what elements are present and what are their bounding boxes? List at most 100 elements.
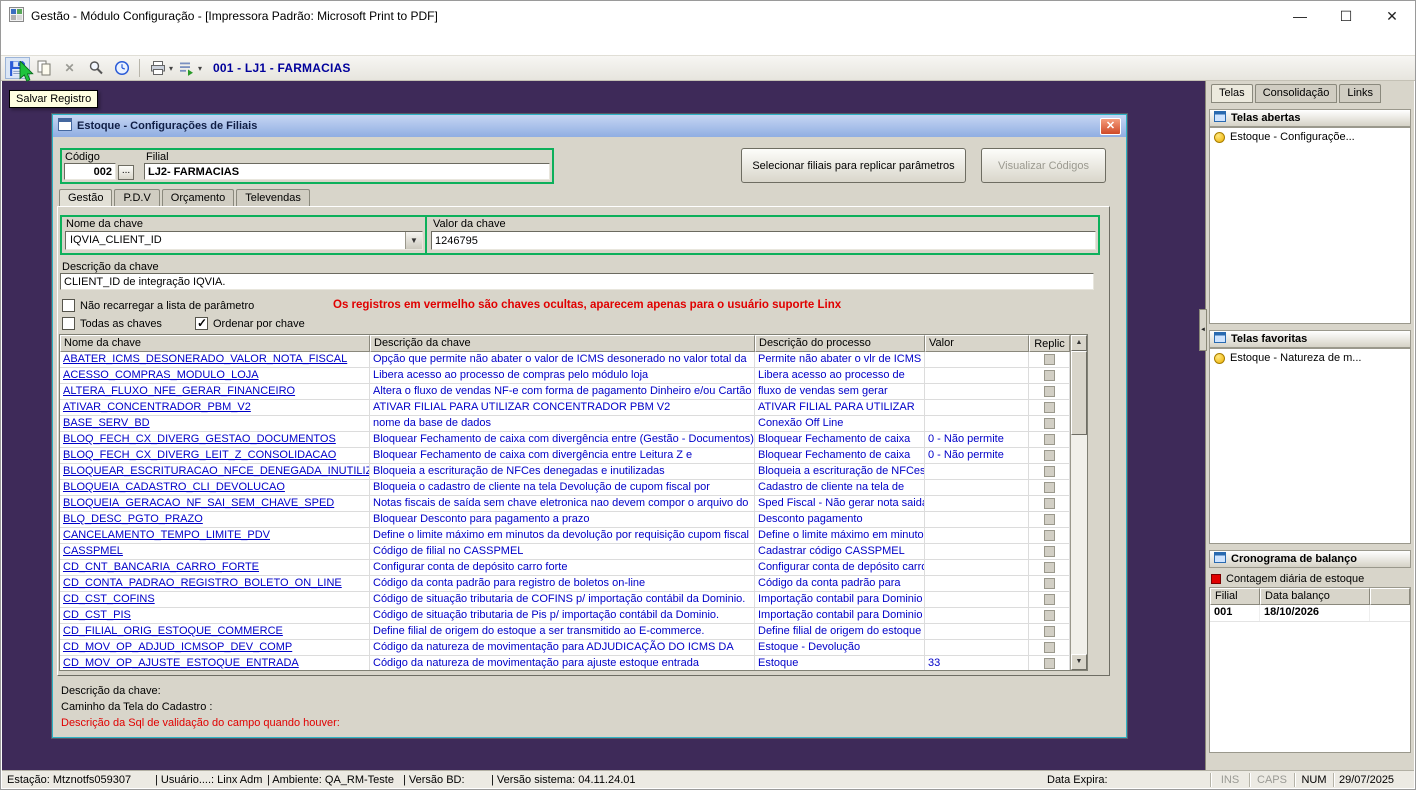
checkbox-order-by-key[interactable]: Ordenar por chave [195, 317, 305, 330]
cell-key-description[interactable]: Define o limite máximo em minutos da dev… [370, 528, 755, 544]
cell-process-description[interactable]: Conexão Off Line [755, 416, 925, 432]
cell-process-description[interactable]: Bloquear Fechamento de caixa [755, 448, 925, 464]
cell-value[interactable] [925, 608, 1029, 624]
key-value-field[interactable] [431, 231, 1096, 250]
chevron-down-icon[interactable]: ▼ [405, 232, 422, 249]
menu-item[interactable] [5, 40, 23, 46]
key-name-combobox[interactable]: IQVIA_CLIENT_ID ▼ [65, 231, 423, 250]
replic-checkbox[interactable] [1044, 594, 1055, 605]
close-button[interactable]: ✕ [1369, 1, 1415, 31]
cell-process-description[interactable]: Cadastro de cliente na tela de [755, 480, 925, 496]
favorites-header[interactable]: Telas favoritas [1209, 330, 1411, 348]
codigo-field[interactable] [64, 163, 116, 180]
cell-key-name[interactable]: ALTERA_FLUXO_NFE_GERAR_FINANCEIRO [60, 384, 370, 400]
cell-key-name[interactable]: CASSPMEL [60, 544, 370, 560]
maximize-button[interactable]: ☐ [1323, 1, 1369, 31]
table-row[interactable]: CD_FILIAL_ORIG_ESTOQUE_COMMERCE Define f… [60, 624, 1070, 640]
tab-links[interactable]: Links [1339, 84, 1381, 103]
cell-key-description[interactable]: Notas fiscais de saída sem chave eletron… [370, 496, 755, 512]
cell-key-description[interactable]: Configurar conta de depósito carro forte [370, 560, 755, 576]
table-row[interactable]: CD_CST_PIS Código de situação tributaria… [60, 608, 1070, 624]
cell-key-name[interactable]: CANCELAMENTO_TEMPO_LIMITE_PDV [60, 528, 370, 544]
cell-key-description[interactable]: Bloqueia o cadastro de cliente na tela D… [370, 480, 755, 496]
scrollbar-track[interactable] [1071, 435, 1087, 654]
open-window-item[interactable]: Estoque - Configuraçõe... [1210, 128, 1410, 146]
cell-key-description[interactable]: Código de situação tributaria de Pis p/ … [370, 608, 755, 624]
table-row[interactable]: ACESSO_COMPRAS_MODULO_LOJA Libera acesso… [60, 368, 1070, 384]
cell-key-name[interactable]: BLOQUEAR_ESCRITURACAO_NFCE_DENEGADA_INUT… [60, 464, 370, 480]
cell-value[interactable] [925, 624, 1029, 640]
table-row[interactable]: CD_CNT_BANCARIA_CARRO_FORTE Configurar c… [60, 560, 1070, 576]
minimize-button[interactable]: — [1277, 1, 1323, 31]
replic-checkbox[interactable] [1044, 562, 1055, 573]
cell-value[interactable] [925, 464, 1029, 480]
cell-key-name[interactable]: BLOQUEIA_CADASTRO_CLI_DEVOLUCAO [60, 480, 370, 496]
menu-item[interactable] [95, 40, 113, 46]
cell-value[interactable] [925, 576, 1029, 592]
column-header-descricao[interactable]: Descrição da chave [370, 335, 755, 352]
replic-checkbox[interactable] [1044, 514, 1055, 525]
replic-checkbox[interactable] [1044, 370, 1055, 381]
column-header-replic[interactable]: Replic [1029, 335, 1070, 352]
open-windows-header[interactable]: Telas abertas [1209, 109, 1411, 127]
cell-key-description[interactable]: Bloquear Fechamento de caixa com divergê… [370, 448, 755, 464]
cell-key-name[interactable]: CD_MOV_OP_AJUSTE_ESTOQUE_ENTRADA [60, 656, 370, 670]
cell-key-name[interactable]: CD_FILIAL_ORIG_ESTOQUE_COMMERCE [60, 624, 370, 640]
table-row[interactable]: CANCELAMENTO_TEMPO_LIMITE_PDV Define o l… [60, 528, 1070, 544]
cell-value[interactable] [925, 640, 1029, 656]
cell-process-description[interactable]: Bloqueia a escrituração de NFCes [755, 464, 925, 480]
cell-value[interactable] [925, 368, 1029, 384]
menu-item[interactable] [59, 40, 77, 46]
cell-process-description[interactable]: Bloquear Fechamento de caixa [755, 432, 925, 448]
table-row[interactable]: CD_CST_COFINS Código de situação tributa… [60, 592, 1070, 608]
replic-checkbox[interactable] [1044, 658, 1055, 669]
cell-key-name[interactable]: BASE_SERV_BD [60, 416, 370, 432]
print-button[interactable] [145, 57, 170, 79]
replic-checkbox[interactable] [1044, 530, 1055, 541]
cell-process-description[interactable]: Código da conta padrão para [755, 576, 925, 592]
cell-value[interactable] [925, 496, 1029, 512]
cell-value[interactable] [925, 512, 1029, 528]
table-row[interactable]: BASE_SERV_BD nome da base de dados Conex… [60, 416, 1070, 432]
cell-key-description[interactable]: Código da conta padrão para registro de … [370, 576, 755, 592]
replic-checkbox[interactable] [1044, 418, 1055, 429]
cell-key-description[interactable]: ATIVAR FILIAL PARA UTILIZAR CONCENTRADOR… [370, 400, 755, 416]
replic-checkbox[interactable] [1044, 546, 1055, 557]
replicate-parameters-button[interactable]: Selecionar filiais para replicar parâmet… [741, 148, 966, 183]
sidebar-collapse-handle[interactable]: ◄ [1199, 309, 1207, 351]
cell-value[interactable] [925, 352, 1029, 368]
cell-key-description[interactable]: Altera o fluxo de vendas NF-e com forma … [370, 384, 755, 400]
replic-checkbox[interactable] [1044, 450, 1055, 461]
tab-telas[interactable]: Telas [1211, 84, 1253, 103]
view-codes-button[interactable]: Visualizar Códigos [981, 148, 1106, 183]
tab-pdv[interactable]: P.D.V [114, 189, 159, 207]
print-dropdown[interactable]: ▾ [169, 64, 173, 73]
checkbox-all-keys[interactable]: Todas as chaves [62, 317, 162, 330]
column-header-processo[interactable]: Descrição do processo [755, 335, 925, 352]
cell-key-name[interactable]: CD_MOV_OP_ADJUD_ICMSOP_DEV_COMP [60, 640, 370, 656]
cell-key-name[interactable]: CD_CNT_BANCARIA_CARRO_FORTE [60, 560, 370, 576]
cell-key-name[interactable]: ABATER_ICMS_DESONERADO_VALOR_NOTA_FISCAL [60, 352, 370, 368]
cell-key-name[interactable]: ATIVAR_CONCENTRADOR_PBM_V2 [60, 400, 370, 416]
tab-orcamento[interactable]: Orçamento [162, 189, 234, 207]
cell-process-description[interactable]: fluxo de vendas sem gerar [755, 384, 925, 400]
browse-button[interactable]: ... [118, 165, 134, 180]
table-row[interactable]: ABATER_ICMS_DESONERADO_VALOR_NOTA_FISCAL… [60, 352, 1070, 368]
cell-key-description[interactable]: Libera acesso ao processo de compras pel… [370, 368, 755, 384]
table-row[interactable]: ATIVAR_CONCENTRADOR_PBM_V2 ATIVAR FILIAL… [60, 400, 1070, 416]
cell-key-name[interactable]: CD_CST_PIS [60, 608, 370, 624]
table-row[interactable]: CD_CONTA_PADRAO_REGISTRO_BOLETO_ON_LINE … [60, 576, 1070, 592]
cell-value[interactable] [925, 560, 1029, 576]
table-row[interactable]: BLOQUEAR_ESCRITURACAO_NFCE_DENEGADA_INUT… [60, 464, 1070, 480]
replic-checkbox[interactable] [1044, 434, 1055, 445]
balance-row[interactable]: 001 18/10/2026 [1210, 605, 1410, 622]
checkbox-no-reload[interactable]: Não recarregar a lista de parâmetro [62, 299, 254, 312]
cell-process-description[interactable]: Define filial de origem do estoque a [755, 624, 925, 640]
table-row[interactable]: ALTERA_FLUXO_NFE_GERAR_FINANCEIRO Altera… [60, 384, 1070, 400]
history-button[interactable] [109, 57, 134, 79]
cell-key-description[interactable]: Bloquear Fechamento de caixa com divergê… [370, 432, 755, 448]
cell-key-description[interactable]: Código da natureza de movimentação para … [370, 656, 755, 670]
tab-consolidacao[interactable]: Consolidação [1255, 84, 1338, 103]
key-desc-field[interactable] [60, 273, 1094, 290]
order-by-key-checkbox[interactable] [195, 317, 208, 330]
